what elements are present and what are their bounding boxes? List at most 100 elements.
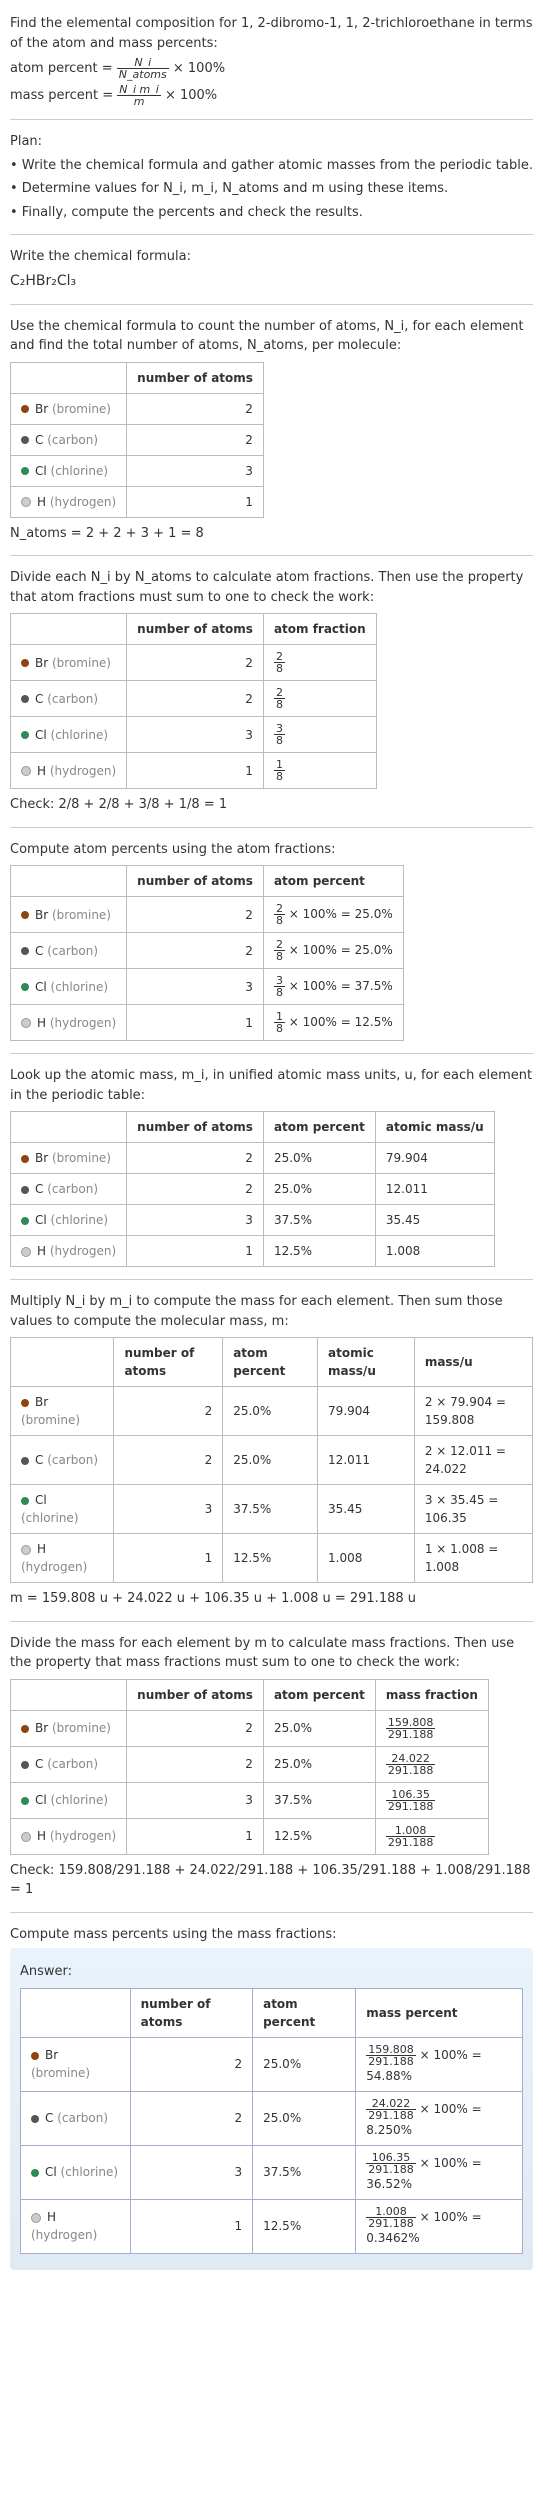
atom-frac-table: number of atomsatom fraction Br (bromine…: [10, 613, 377, 789]
element-cell: C (carbon): [11, 681, 127, 717]
answer-body: Br (bromine)225.0%159.808291.188 × 100% …: [21, 2037, 523, 2253]
plan-b2: • Determine values for N_i, m_i, N_atoms…: [10, 179, 533, 199]
element-cell: Br (bromine): [11, 897, 127, 933]
element-cell: H (hydrogen): [11, 1005, 127, 1041]
table-row: Br (bromine)2: [11, 393, 264, 424]
atom-frac-body: Br (bromine)228C (carbon)228Cl (chlorine…: [11, 645, 377, 789]
element-cell: Cl (chlorine): [11, 1205, 127, 1236]
element-cell: C (carbon): [21, 2091, 131, 2145]
mass-percent-eq: mass percent = N_i m_im × 100%: [10, 84, 533, 107]
element-cell: H (hydrogen): [11, 486, 127, 517]
element-dot-icon: [21, 1497, 29, 1505]
mass-pct-heading: Compute mass percents using the mass fra…: [10, 1925, 533, 1945]
table-row: C (carbon)225.0%24.022291.188 × 100% = 8…: [21, 2091, 523, 2145]
element-dot-icon: [21, 1217, 29, 1225]
element-cell: Cl (chlorine): [11, 717, 127, 753]
mass-frac-check: Check: 159.808/291.188 + 24.022/291.188 …: [10, 1861, 533, 1900]
atom-frac-section: Divide each N_i by N_atoms to calculate …: [10, 568, 533, 815]
table-row: Br (bromine)225.0%159.808291.188: [11, 1710, 489, 1746]
element-cell: H (hydrogen): [11, 753, 127, 789]
table-row: H (hydrogen)1: [11, 486, 264, 517]
molmass-section: Multiply N_i by m_i to compute the mass …: [10, 1292, 533, 1609]
plan: Plan: • Write the chemical formula and g…: [10, 132, 533, 222]
table-row: H (hydrogen)118: [11, 753, 377, 789]
intro-title: Find the elemental composition for 1, 2-…: [10, 14, 533, 53]
element-dot-icon: [21, 1545, 31, 1555]
mass-frac-section: Divide the mass for each element by m to…: [10, 1634, 533, 1900]
atom-percent-eq: atom percent = N_iN_atoms × 100%: [10, 57, 533, 80]
table-row: C (carbon)2: [11, 424, 264, 455]
table-row: Br (bromine)225.0%159.808291.188 × 100% …: [21, 2037, 523, 2091]
table-row: C (carbon)228: [11, 681, 377, 717]
table-row: Br (bromine)228 × 100% = 25.0%: [11, 897, 404, 933]
mass-lookup-table: number of atomsatom percentatomic mass/u…: [10, 1111, 495, 1267]
table-row: C (carbon)225.0%24.022291.188: [11, 1746, 489, 1782]
atom-percent-fraction: N_iN_atoms: [117, 57, 169, 80]
element-dot-icon: [21, 1247, 31, 1257]
element-dot-icon: [21, 1155, 29, 1163]
count-table: number of atoms Br (bromine)2C (carbon)2…: [10, 362, 264, 518]
plan-b1: • Write the chemical formula and gather …: [10, 156, 533, 176]
element-cell: Br (bromine): [11, 1143, 127, 1174]
element-cell: H (hydrogen): [21, 2199, 131, 2253]
chemical-formula: C₂HBr₂Cl₃: [10, 271, 533, 292]
answer-label: Answer:: [20, 1962, 523, 1982]
answer-table: number of atomsatom percentmass percent …: [20, 1988, 523, 2254]
count-heading: Use the chemical formula to count the nu…: [10, 317, 533, 356]
element-cell: H (hydrogen): [11, 1818, 127, 1854]
element-dot-icon: [21, 1725, 29, 1733]
table-row: Cl (chlorine)338 × 100% = 37.5%: [11, 969, 404, 1005]
table-row: H (hydrogen)112.5%1.008: [11, 1236, 495, 1267]
element-cell: C (carbon): [11, 424, 127, 455]
atom-pct-heading: Compute atom percents using the atom fra…: [10, 840, 533, 860]
mass-lookup-body: Br (bromine)225.0%79.904C (carbon)225.0%…: [11, 1143, 495, 1267]
element-cell: H (hydrogen): [11, 1236, 127, 1267]
plan-b3: • Finally, compute the percents and chec…: [10, 203, 533, 223]
element-cell: C (carbon): [11, 933, 127, 969]
mass-frac-body: Br (bromine)225.0%159.808291.188C (carbo…: [11, 1710, 489, 1854]
element-cell: Cl (chlorine): [11, 1782, 127, 1818]
element-cell: C (carbon): [11, 1746, 127, 1782]
element-dot-icon: [21, 659, 29, 667]
element-dot-icon: [31, 2052, 39, 2060]
atom-pct-table: number of atomsatom percent Br (bromine)…: [10, 865, 404, 1041]
element-dot-icon: [21, 436, 29, 444]
mass-frac-table: number of atomsatom percentmass fraction…: [10, 1679, 489, 1855]
atom-pct-section: Compute atom percents using the atom fra…: [10, 840, 533, 1042]
element-dot-icon: [21, 1761, 29, 1769]
table-row: H (hydrogen)118 × 100% = 12.5%: [11, 1005, 404, 1041]
intro: Find the elemental composition for 1, 2-…: [10, 14, 533, 107]
element-cell: Cl (chlorine): [11, 455, 127, 486]
formula-section: Write the chemical formula: C₂HBr₂Cl₃: [10, 247, 533, 292]
mass-lookup-section: Look up the atomic mass, m_i, in unified…: [10, 1066, 533, 1267]
answer-box: Answer: number of atomsatom percentmass …: [10, 1948, 533, 2270]
count-body: Br (bromine)2C (carbon)2Cl (chlorine)3H …: [11, 393, 264, 517]
element-cell: Cl (chlorine): [11, 969, 127, 1005]
element-dot-icon: [31, 2169, 39, 2177]
mass-percent-fraction: N_i m_im: [117, 84, 161, 107]
element-dot-icon: [21, 983, 29, 991]
element-cell: Cl (chlorine): [21, 2145, 131, 2199]
element-dot-icon: [21, 1457, 29, 1465]
table-row: Br (bromine)225.0%79.904: [11, 1143, 495, 1174]
table-row: H (hydrogen)112.5%1.008291.188: [11, 1818, 489, 1854]
mass-pct-section: Compute mass percents using the mass fra…: [10, 1925, 533, 2270]
mass-frac-heading: Divide the mass for each element by m to…: [10, 1634, 533, 1673]
col-num-atoms: number of atoms: [127, 362, 264, 393]
element-cell: C (carbon): [11, 1436, 114, 1485]
table-row: H (hydrogen)112.5%1.008291.188 × 100% = …: [21, 2199, 523, 2253]
element-cell: Br (bromine): [11, 645, 127, 681]
element-dot-icon: [31, 2115, 39, 2123]
element-dot-icon: [21, 947, 29, 955]
table-row: H (hydrogen)112.5%1.0081 × 1.008 = 1.008: [11, 1534, 533, 1583]
element-cell: Br (bromine): [11, 393, 127, 424]
table-row: Cl (chlorine)337.5%106.35291.188 × 100% …: [21, 2145, 523, 2199]
table-row: Cl (chlorine)337.5%35.45: [11, 1205, 495, 1236]
count-sum: N_atoms = 2 + 2 + 3 + 1 = 8: [10, 524, 533, 544]
element-cell: Br (bromine): [11, 1710, 127, 1746]
table-row: Cl (chlorine)337.5%35.453 × 35.45 = 106.…: [11, 1485, 533, 1534]
molmass-heading: Multiply N_i by m_i to compute the mass …: [10, 1292, 533, 1331]
table-row: C (carbon)228 × 100% = 25.0%: [11, 933, 404, 969]
element-dot-icon: [21, 1018, 31, 1028]
element-dot-icon: [21, 731, 29, 739]
